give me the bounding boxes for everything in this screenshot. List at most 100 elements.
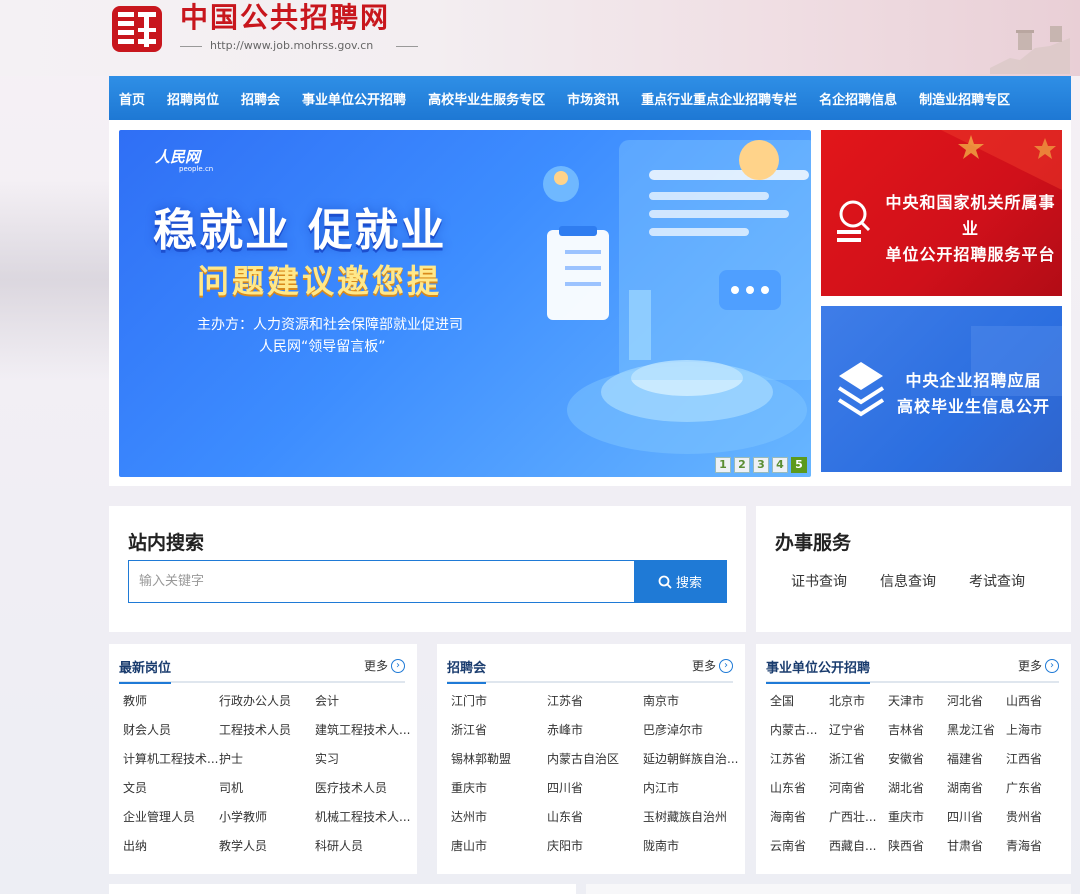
- list-item[interactable]: 内江市: [643, 779, 739, 797]
- slider-page-2[interactable]: 2: [734, 457, 750, 473]
- list-item[interactable]: 唐山市: [451, 837, 547, 855]
- list-item[interactable]: 安徽省: [888, 750, 947, 768]
- slider-page-4[interactable]: 4: [772, 457, 788, 473]
- list-item[interactable]: 西藏自...: [829, 837, 888, 855]
- list-item[interactable]: 教学人员: [219, 837, 315, 855]
- search-button[interactable]: 搜索: [634, 561, 726, 602]
- slider-page-1[interactable]: 1: [715, 457, 731, 473]
- list-item[interactable]: 陕西省: [888, 837, 947, 855]
- search-input[interactable]: [129, 561, 634, 602]
- list-item[interactable]: 海南省: [770, 808, 829, 826]
- list-item[interactable]: 江西省: [1006, 750, 1065, 768]
- list-item[interactable]: 计算机工程技术...: [123, 750, 219, 768]
- list-item[interactable]: 内蒙古自治区: [547, 750, 643, 768]
- list-item[interactable]: 河南省: [829, 779, 888, 797]
- latest-jobs-more-link[interactable]: 更多 ›: [364, 657, 405, 674]
- list-item[interactable]: 浙江省: [451, 721, 547, 739]
- list-item[interactable]: 广西壮...: [829, 808, 888, 826]
- list-item[interactable]: 山西省: [1006, 692, 1065, 710]
- site-logo[interactable]: 中国公共招聘网 http://www.job.mohrss.gov.cn: [110, 0, 419, 60]
- list-item[interactable]: 辽宁省: [829, 721, 888, 739]
- list-item[interactable]: 财会人员: [123, 721, 219, 739]
- list-item[interactable]: 上海市: [1006, 721, 1065, 739]
- list-item[interactable]: 庆阳市: [547, 837, 643, 855]
- job-fairs-title[interactable]: 招聘会: [447, 657, 487, 684]
- nav-top-companies[interactable]: 名企招聘信息: [819, 89, 897, 108]
- nav-jobs[interactable]: 招聘岗位: [167, 89, 219, 108]
- list-item[interactable]: 工程技术人员: [219, 721, 315, 739]
- list-item[interactable]: 青海省: [1006, 837, 1065, 855]
- list-item[interactable]: 吉林省: [888, 721, 947, 739]
- list-item[interactable]: 重庆市: [451, 779, 547, 797]
- list-item[interactable]: 山东省: [770, 779, 829, 797]
- nav-public-institution-recruitment[interactable]: 事业单位公开招聘: [302, 89, 406, 108]
- list-item[interactable]: 延边朝鲜族自治...: [643, 750, 739, 768]
- list-item[interactable]: 全国: [770, 692, 829, 710]
- list-item[interactable]: 出纳: [123, 837, 219, 855]
- service-certificate-query[interactable]: 证书查询: [791, 571, 847, 591]
- list-item[interactable]: 赤峰市: [547, 721, 643, 739]
- list-item[interactable]: 行政办公人员: [219, 692, 315, 710]
- list-item[interactable]: 重庆市: [888, 808, 947, 826]
- list-item[interactable]: 山东省: [547, 808, 643, 826]
- list-item[interactable]: 教师: [123, 692, 219, 710]
- public-institutions-more-link[interactable]: 更多 ›: [1018, 657, 1059, 674]
- nav-market-news[interactable]: 市场资讯: [567, 89, 619, 108]
- list-item[interactable]: 福建省: [947, 750, 1006, 768]
- list-item[interactable]: 天津市: [888, 692, 947, 710]
- list-item[interactable]: 达州市: [451, 808, 547, 826]
- list-item[interactable]: 小学教师: [219, 808, 315, 826]
- list-item[interactable]: 黑龙江省: [947, 721, 1006, 739]
- nav-key-industry-column[interactable]: 重点行业重点企业招聘专栏: [641, 89, 797, 108]
- list-item[interactable]: 甘肃省: [947, 837, 1006, 855]
- list-item[interactable]: 湖北省: [888, 779, 947, 797]
- list-item[interactable]: 湖南省: [947, 779, 1006, 797]
- list-item[interactable]: 建筑工程技术人...: [315, 721, 411, 739]
- list-item[interactable]: 机械工程技术人...: [315, 808, 411, 826]
- list-item[interactable]: 文员: [123, 779, 219, 797]
- public-institutions-panel: 事业单位公开招聘 更多 › 全国 北京市 天津市 河北省 山西省内蒙古... 辽宁省 吉林省…: [756, 644, 1071, 874]
- list-item[interactable]: 实习: [315, 750, 411, 768]
- list-item[interactable]: 护士: [219, 750, 315, 768]
- public-institutions-title[interactable]: 事业单位公开招聘: [766, 657, 871, 684]
- list-item[interactable]: 陇南市: [643, 837, 739, 855]
- slider-page-3[interactable]: 3: [753, 457, 769, 473]
- service-info-query[interactable]: 信息查询: [880, 571, 936, 591]
- list-item[interactable]: 司机: [219, 779, 315, 797]
- job-fairs-more-link[interactable]: 更多 ›: [692, 657, 733, 674]
- nav-job-fairs[interactable]: 招聘会: [241, 89, 280, 108]
- slider-page-5[interactable]: 5: [791, 457, 807, 473]
- list-item[interactable]: 广东省: [1006, 779, 1065, 797]
- list-item[interactable]: 北京市: [829, 692, 888, 710]
- list-item[interactable]: 医疗技术人员: [315, 779, 411, 797]
- next-section-edge: [109, 884, 576, 894]
- list-item[interactable]: 浙江省: [829, 750, 888, 768]
- list-item[interactable]: 河北省: [947, 692, 1006, 710]
- red-banner-line-2: 单位公开招聘服务平台: [885, 245, 1056, 264]
- nav-manufacturing-zone[interactable]: 制造业招聘专区: [919, 89, 1010, 108]
- site-url: http://www.job.mohrss.gov.cn: [180, 39, 419, 52]
- list-item[interactable]: 巴彦淖尔市: [643, 721, 739, 739]
- latest-jobs-header: 最新岗位 更多 ›: [119, 657, 405, 684]
- list-item[interactable]: 四川省: [947, 808, 1006, 826]
- nav-graduate-services[interactable]: 高校毕业生服务专区: [428, 89, 545, 108]
- list-item[interactable]: 云南省: [770, 837, 829, 855]
- list-item[interactable]: 江苏省: [547, 692, 643, 710]
- list-item[interactable]: 江苏省: [770, 750, 829, 768]
- central-institutions-platform-banner[interactable]: 中央和国家机关所属事业 单位公开招聘服务平台: [821, 130, 1062, 296]
- latest-jobs-title[interactable]: 最新岗位: [119, 657, 172, 684]
- service-exam-query[interactable]: 考试查询: [969, 571, 1025, 591]
- list-item[interactable]: 会计: [315, 692, 411, 710]
- list-item[interactable]: 四川省: [547, 779, 643, 797]
- list-item[interactable]: 贵州省: [1006, 808, 1065, 826]
- list-item[interactable]: 江门市: [451, 692, 547, 710]
- list-item[interactable]: 南京市: [643, 692, 739, 710]
- list-item[interactable]: 内蒙古...: [770, 721, 829, 739]
- nav-home[interactable]: 首页: [119, 89, 145, 108]
- central-enterprise-graduate-banner[interactable]: 中央企业招聘应届 高校毕业生信息公开: [821, 306, 1062, 472]
- list-item[interactable]: 企业管理人员: [123, 808, 219, 826]
- list-item[interactable]: 科研人员: [315, 837, 411, 855]
- list-item[interactable]: 锡林郭勒盟: [451, 750, 547, 768]
- list-item[interactable]: 玉树藏族自治州: [643, 808, 739, 826]
- banner-slider[interactable]: 人民网 people.cn 稳就业 促就业 问题建议邀您提 主办方：人力资源和社…: [119, 130, 811, 477]
